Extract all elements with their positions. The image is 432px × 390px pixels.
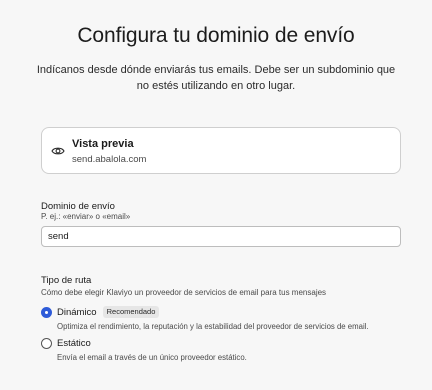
static-label: Estático — [57, 337, 91, 349]
static-description: Envía el email a través de un único prov… — [57, 353, 247, 362]
page-title: Configura tu dominio de envío — [77, 24, 355, 47]
route-type-label: Tipo de ruta — [41, 275, 92, 286]
dynamic-radio[interactable] — [41, 306, 52, 318]
route-option-dynamic[interactable]: Dinámico Recomendado — [41, 305, 160, 319]
preview-card: Vista previa send.abalola.com — [41, 127, 401, 174]
route-type-hint: Cómo debe elegir Klaviyo un proveedor de… — [41, 288, 327, 297]
recommended-badge: Recomendado — [102, 306, 160, 318]
preview-label: Vista previa — [72, 138, 134, 150]
preview-domain: send.abalola.com — [72, 154, 147, 165]
sending-domain-input[interactable] — [41, 226, 401, 247]
dynamic-description: Optimiza el rendimiento, la reputación y… — [57, 322, 369, 331]
page-subtitle: Indícanos desde dónde enviarás tus email… — [36, 64, 396, 92]
dynamic-label: Dinámico — [57, 306, 97, 318]
sending-domain-hint: P. ej.: «enviar» o «email» — [41, 212, 131, 221]
static-radio[interactable] — [41, 337, 52, 349]
route-option-static[interactable]: Estático — [41, 336, 91, 350]
eye-icon — [51, 147, 65, 155]
sending-domain-label: Dominio de envío — [41, 201, 115, 212]
